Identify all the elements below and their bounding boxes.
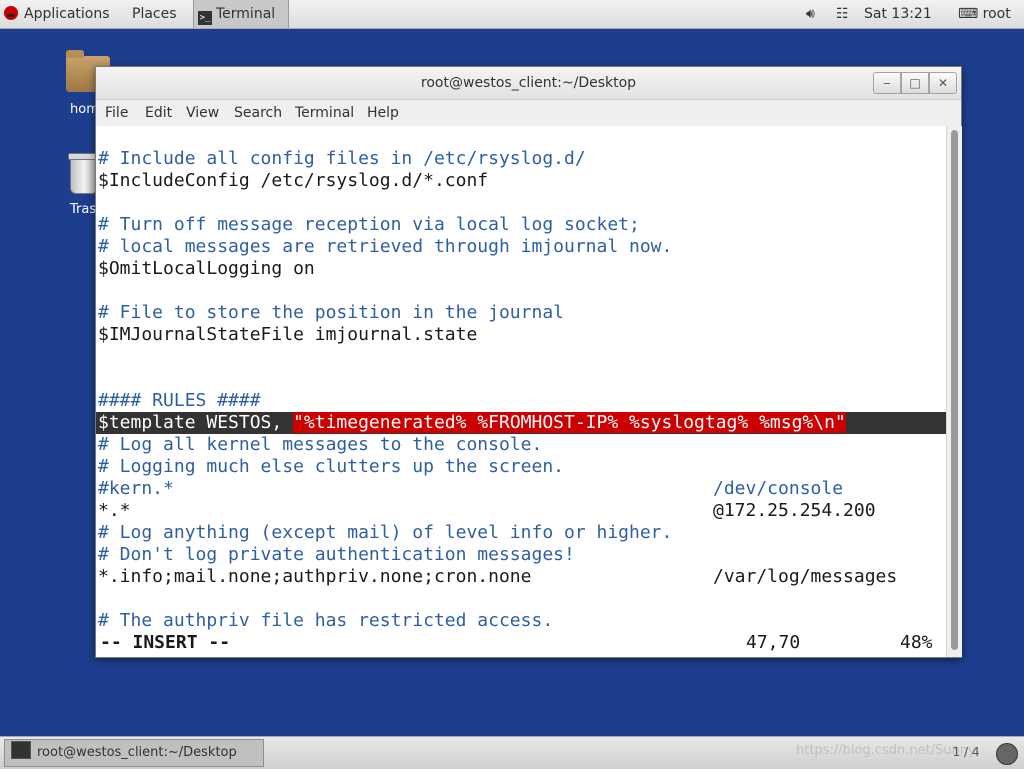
menu-file[interactable]: File bbox=[105, 100, 128, 126]
taskbar-terminal-item[interactable]: root@westos_client:~/Desktop bbox=[4, 739, 264, 767]
menu-search[interactable]: Search bbox=[234, 100, 282, 126]
window-titlebar[interactable]: root@westos_client:~/Desktop ‒ □ ✕ bbox=[96, 67, 961, 100]
user-label: root bbox=[982, 6, 1011, 22]
bottom-panel: root@westos_client:~/Desktop https://blo… bbox=[0, 736, 1024, 769]
terminal-line: # local messages are retrieved through i… bbox=[98, 236, 673, 257]
terminal-line: # Don't log private authentication messa… bbox=[98, 544, 575, 565]
user-menu[interactable]: ⌨︎ root bbox=[958, 0, 1011, 28]
terminal-line: *.* bbox=[98, 500, 131, 521]
menu-help[interactable]: Help bbox=[367, 100, 399, 126]
terminal-line: # Include all config files in /etc/rsysl… bbox=[98, 148, 586, 169]
workspace-switcher[interactable]: 1 / 4 bbox=[944, 743, 988, 761]
terminal-icon: >_ bbox=[198, 11, 212, 25]
menu-edit[interactable]: Edit bbox=[145, 100, 172, 126]
terminal-line-target: /var/log/messages bbox=[713, 566, 898, 587]
terminal-line: $IncludeConfig /etc/rsyslog.d/*.conf bbox=[98, 170, 489, 191]
terminal-line-current: $template WESTOS, "%timegenerated% %FROM… bbox=[98, 412, 846, 434]
menu-view[interactable]: View bbox=[186, 100, 219, 126]
terminal-line: # Log anything (except mail) of level in… bbox=[98, 522, 673, 543]
close-button[interactable]: ✕ bbox=[929, 72, 957, 94]
network-icon[interactable]: ☷ bbox=[836, 0, 849, 28]
cursor-position: 47,70 bbox=[746, 632, 801, 653]
minimize-button[interactable]: ‒ bbox=[873, 72, 901, 94]
vim-mode-indicator: -- INSERT -- bbox=[100, 632, 231, 653]
terminal-line: # Logging much else clutters up the scre… bbox=[98, 456, 564, 477]
terminal-line: # File to store the position in the jour… bbox=[98, 302, 564, 323]
terminal-line: # Log all kernel messages to the console… bbox=[98, 434, 543, 455]
menu-terminal[interactable]: Terminal bbox=[295, 100, 354, 126]
applications-menu[interactable]: Applications bbox=[4, 0, 110, 28]
terminal-icon bbox=[11, 741, 31, 759]
scroll-percent: 48% bbox=[900, 632, 933, 653]
terminal-window: root@westos_client:~/Desktop ‒ □ ✕ File … bbox=[95, 66, 962, 658]
user-icon: ⌨︎ bbox=[958, 6, 979, 22]
notification-icon[interactable] bbox=[996, 743, 1018, 765]
trash-icon[interactable] bbox=[68, 152, 100, 194]
terminal-text-area[interactable]: # Include all config files in /etc/rsysl… bbox=[96, 126, 946, 657]
vertical-scrollbar[interactable] bbox=[946, 126, 962, 657]
menubar: File Edit View Search Terminal Help bbox=[96, 100, 961, 126]
window-title: root@westos_client:~/Desktop bbox=[420, 75, 637, 91]
terminal-line: $OmitLocalLogging on bbox=[98, 258, 315, 279]
template-prefix: $template WESTOS, bbox=[98, 412, 294, 433]
clock[interactable]: Sat 13:21 bbox=[864, 0, 932, 28]
trash-label[interactable]: Tras bbox=[70, 202, 96, 217]
redhat-logo-icon bbox=[4, 6, 18, 20]
places-menu[interactable]: Places bbox=[132, 0, 177, 28]
terminal-line: $IMJournalStateFile imjournal.state bbox=[98, 324, 478, 345]
applications-label: Applications bbox=[24, 6, 110, 22]
terminal-line: # Turn off message reception via local l… bbox=[98, 214, 640, 235]
volume-icon[interactable]: 🔊︎ bbox=[806, 0, 815, 28]
terminal-line: *.info;mail.none;authpriv.none;cron.none bbox=[98, 566, 532, 587]
terminal-line: #kern.* bbox=[98, 478, 174, 499]
taskbar-item-label: root@westos_client:~/Desktop bbox=[37, 745, 237, 760]
terminal-line-target: @172.25.254.200 bbox=[713, 500, 876, 521]
terminal-line-target: /dev/console bbox=[713, 478, 844, 499]
top-panel: Applications Places >_ Terminal 🔊︎ ☷ Sat … bbox=[0, 0, 1024, 29]
template-string: "%timegenerated% %FROMHOST-IP% %syslogta… bbox=[293, 412, 846, 433]
terminal-line: #### RULES #### bbox=[98, 390, 261, 411]
terminal-app-label: Terminal bbox=[216, 6, 276, 22]
terminal-line: # The authpriv file has restricted acces… bbox=[98, 610, 554, 631]
terminal-app-menu[interactable]: >_ Terminal bbox=[193, 0, 289, 28]
maximize-button[interactable]: □ bbox=[901, 72, 929, 94]
scrollbar-thumb[interactable] bbox=[951, 130, 958, 650]
